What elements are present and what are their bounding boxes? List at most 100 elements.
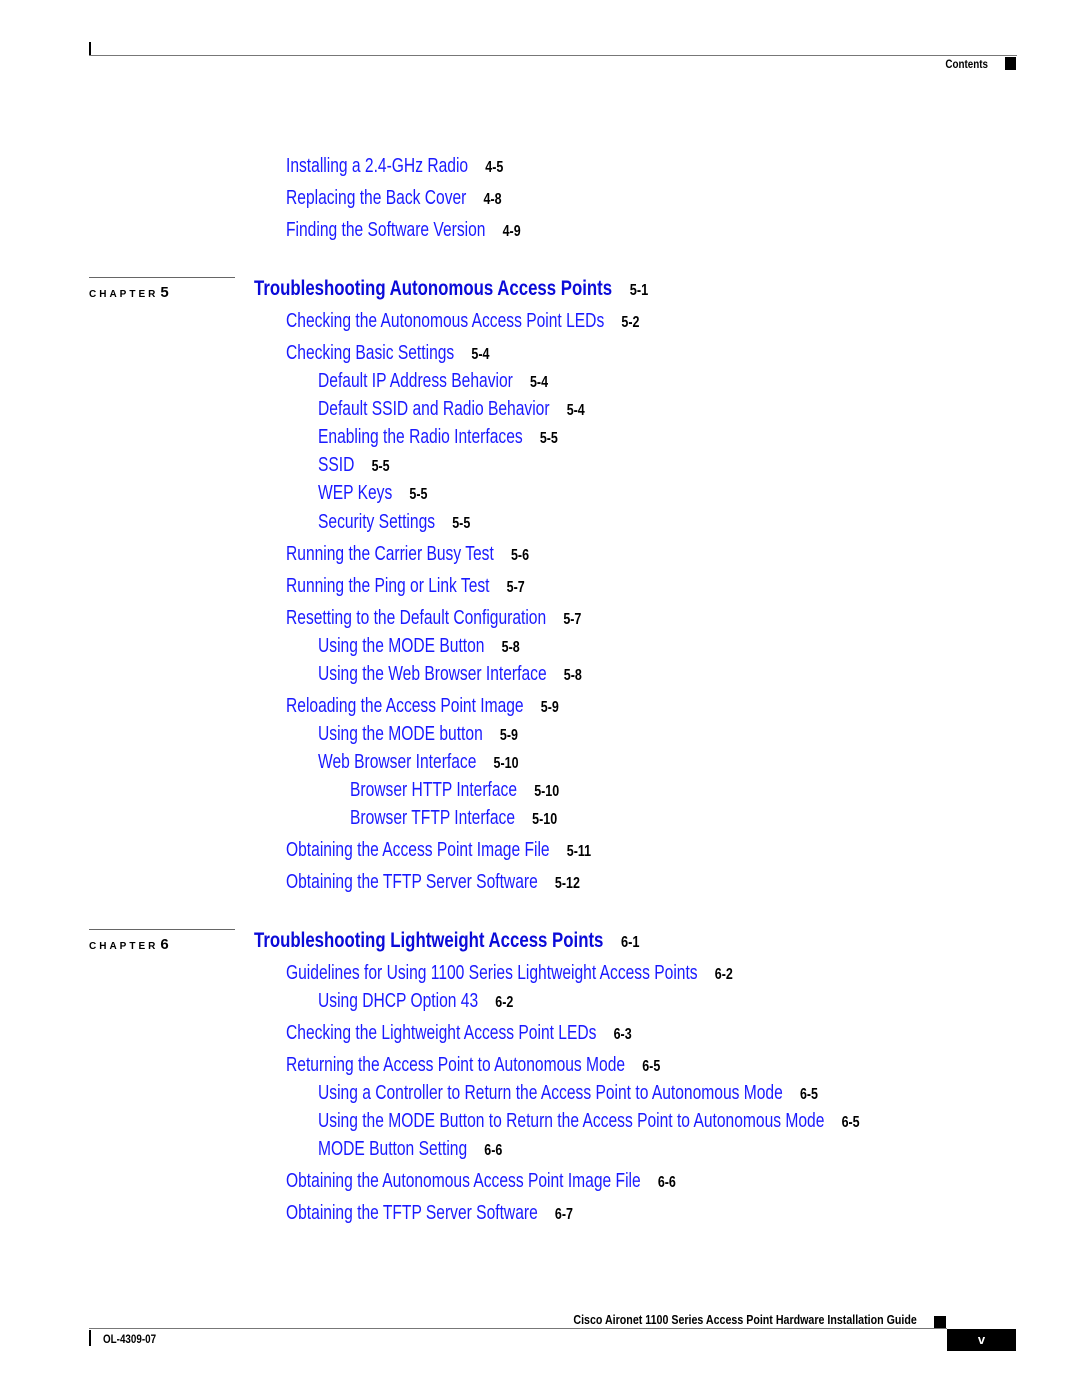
toc-entry-link[interactable]: Obtaining the Access Point Image File 5-1… — [286, 839, 591, 863]
footer-corner-mark — [89, 1330, 91, 1346]
toc-entry-title: Troubleshooting Autonomous Access Points — [254, 277, 613, 300]
toc-entry-link[interactable]: Checking Basic Settings 5-4 — [286, 342, 489, 366]
toc-entry-link[interactable]: Using a Controller to Return the Access … — [318, 1082, 818, 1106]
header-corner-mark — [89, 42, 91, 56]
toc-entry-title: Running the Ping or Link Test — [286, 575, 490, 597]
toc-entry-title: Replacing the Back Cover — [286, 187, 467, 209]
footer-rule — [89, 1328, 947, 1329]
toc-entry-title: Running the Carrier Busy Test — [286, 543, 494, 565]
toc-entry-link[interactable]: Running the Ping or Link Test 5-7 — [286, 575, 525, 599]
toc-entry-link[interactable]: Using the MODE Button 5-8 — [318, 635, 520, 659]
toc-page-ref: 5-4 — [529, 374, 549, 391]
toc-entry-title: Resetting to the Default Configuration — [286, 607, 547, 629]
chapter-label: CHAPTER 5 — [89, 284, 169, 301]
toc-entry-title: Using a Controller to Return the Access … — [318, 1082, 783, 1104]
toc-entry-link[interactable]: Browser TFTP Interface 5-10 — [350, 807, 557, 831]
toc-entry-link[interactable]: Finding the Software Version 4-9 — [286, 219, 521, 243]
footer-doc-number: OL-4309-07 — [103, 1332, 157, 1346]
toc-entry-link[interactable]: Reloading the Access Point Image 5-9 — [286, 695, 559, 719]
toc-entry-link[interactable]: Checking the Lightweight Access Point LE… — [286, 1022, 632, 1046]
toc-page-ref: 5-9 — [540, 699, 559, 716]
toc-entry-link[interactable]: Enabling the Radio Interfaces 5-5 — [318, 426, 558, 450]
toc-entry-title: Guidelines for Using 1100 Series Lightwe… — [286, 962, 698, 984]
toc-entry-link[interactable]: Replacing the Back Cover 4-8 — [286, 187, 502, 211]
toc-entry-link[interactable]: Web Browser Interface 5-10 — [318, 751, 519, 775]
toc-entry-link[interactable]: Security Settings 5-5 — [318, 511, 470, 535]
toc-page-ref: 6-5 — [642, 1058, 661, 1075]
toc-entry-title: Troubleshooting Lightweight Access Point… — [254, 929, 604, 952]
toc-entry-title: Using the Web Browser Interface — [318, 663, 547, 685]
toc-entry-title: Checking the Autonomous Access Point LED… — [286, 310, 605, 332]
toc-entry-link[interactable]: Obtaining the TFTP Server Software 6-7 — [286, 1202, 573, 1226]
toc-entry-title: Security Settings — [318, 511, 436, 533]
toc-page-ref: 5-11 — [566, 843, 592, 860]
toc-entry-link[interactable]: Using the MODE button 5-9 — [318, 723, 518, 747]
toc-entry-link[interactable]: Guidelines for Using 1100 Series Lightwe… — [286, 962, 733, 986]
toc-entry-title: Using the MODE Button — [318, 635, 485, 657]
chapter-number: 6 — [160, 936, 169, 953]
toc-page-ref: 5-9 — [499, 727, 518, 744]
toc-entry-link[interactable]: Using the MODE Button to Return the Acce… — [318, 1110, 860, 1134]
chapter-word: CHAPTER — [89, 941, 159, 952]
chapter-title-link[interactable]: Troubleshooting Lightweight Access Point… — [254, 930, 640, 954]
toc-entry-title: Obtaining the Autonomous Access Point Im… — [286, 1170, 641, 1192]
toc-entry-title: Obtaining the TFTP Server Software — [286, 1202, 538, 1224]
toc-entry-title: Returning the Access Point to Autonomous… — [286, 1054, 626, 1076]
chapter-word: CHAPTER — [89, 289, 159, 300]
toc-page-ref: 6-7 — [554, 1206, 573, 1223]
toc-page-ref: 6-5 — [841, 1114, 860, 1131]
toc-page-ref: 5-12 — [554, 875, 580, 892]
toc-page-ref: 6-2 — [714, 966, 733, 983]
toc-page-ref: 5-8 — [501, 639, 520, 656]
toc-entry-link[interactable]: Default SSID and Radio Behavior 5-4 — [318, 398, 585, 422]
toc-entry-title: Default IP Address Behavior — [318, 370, 513, 392]
toc-entry-title: Browser HTTP Interface — [350, 779, 518, 801]
toc-entry-link[interactable]: Browser HTTP Interface 5-10 — [350, 779, 559, 803]
toc-page-ref: 6-1 — [621, 934, 640, 951]
toc-page-ref: 5-4 — [566, 402, 585, 419]
toc-page-ref: 6-5 — [799, 1086, 818, 1103]
toc-entry-link[interactable]: Returning the Access Point to Autonomous… — [286, 1054, 660, 1078]
toc-entry-title: Obtaining the TFTP Server Software — [286, 871, 538, 893]
toc-page-ref: 5-10 — [493, 755, 519, 772]
toc-entry-link[interactable]: Checking the Autonomous Access Point LED… — [286, 310, 639, 334]
toc-page-ref: 5-10 — [532, 811, 558, 828]
toc-entry-link[interactable]: Obtaining the TFTP Server Software 5-12 — [286, 871, 580, 895]
toc-entry-link[interactable]: MODE Button Setting 6-6 — [318, 1138, 502, 1162]
toc-page-ref: 4-8 — [483, 191, 502, 208]
toc-entry-link[interactable]: Using the Web Browser Interface 5-8 — [318, 663, 582, 687]
toc-entry-link[interactable]: Obtaining the Autonomous Access Point Im… — [286, 1170, 676, 1194]
chapter-title-link[interactable]: Troubleshooting Autonomous Access Points… — [254, 278, 648, 302]
toc-page-ref: 5-5 — [452, 515, 471, 532]
toc-page-ref: 5-8 — [563, 667, 582, 684]
toc-entry-link[interactable]: WEP Keys 5-5 — [318, 482, 427, 506]
chapter-rule — [89, 277, 235, 278]
toc-page-ref: 5-5 — [409, 486, 428, 503]
toc-page-ref: 5-1 — [629, 282, 649, 299]
toc-entry-title: Checking Basic Settings — [286, 342, 455, 364]
chapter-rule — [89, 929, 235, 930]
toc-page-ref: 4-9 — [502, 223, 521, 240]
toc-entry-title: Installing a 2.4-GHz Radio — [286, 155, 469, 177]
toc-entry-title: SSID — [318, 454, 355, 476]
toc-entry-link[interactable]: Installing a 2.4-GHz Radio 4-5 — [286, 155, 503, 179]
toc-entry-title: Web Browser Interface — [318, 751, 477, 773]
toc-entry-title: Browser TFTP Interface — [350, 807, 516, 829]
toc-entry-title: Using DHCP Option 43 — [318, 990, 479, 1012]
toc-page-ref: 5-4 — [471, 346, 490, 363]
running-header-label: Contents — [945, 57, 988, 71]
toc-page-ref: 6-6 — [484, 1142, 503, 1159]
toc-entry-link[interactable]: SSID 5-5 — [318, 454, 390, 478]
toc-entry-link[interactable]: Default IP Address Behavior 5-4 — [318, 370, 548, 394]
toc-page-ref: 5-6 — [510, 547, 530, 564]
toc-entry-title: WEP Keys — [318, 482, 393, 504]
toc-page-ref: 5-7 — [563, 611, 582, 628]
footer-page-number: v — [947, 1329, 1016, 1351]
toc-page-ref: 5-7 — [506, 579, 525, 596]
toc-entry-link[interactable]: Using DHCP Option 43 6-2 — [318, 990, 513, 1014]
toc-page-ref: 5-5 — [539, 430, 558, 447]
toc-entry-link[interactable]: Resetting to the Default Configuration 5-… — [286, 607, 581, 631]
toc-page-ref: 6-2 — [495, 994, 514, 1011]
toc-entry-title: MODE Button Setting — [318, 1138, 468, 1160]
toc-entry-link[interactable]: Running the Carrier Busy Test 5-6 — [286, 543, 529, 567]
